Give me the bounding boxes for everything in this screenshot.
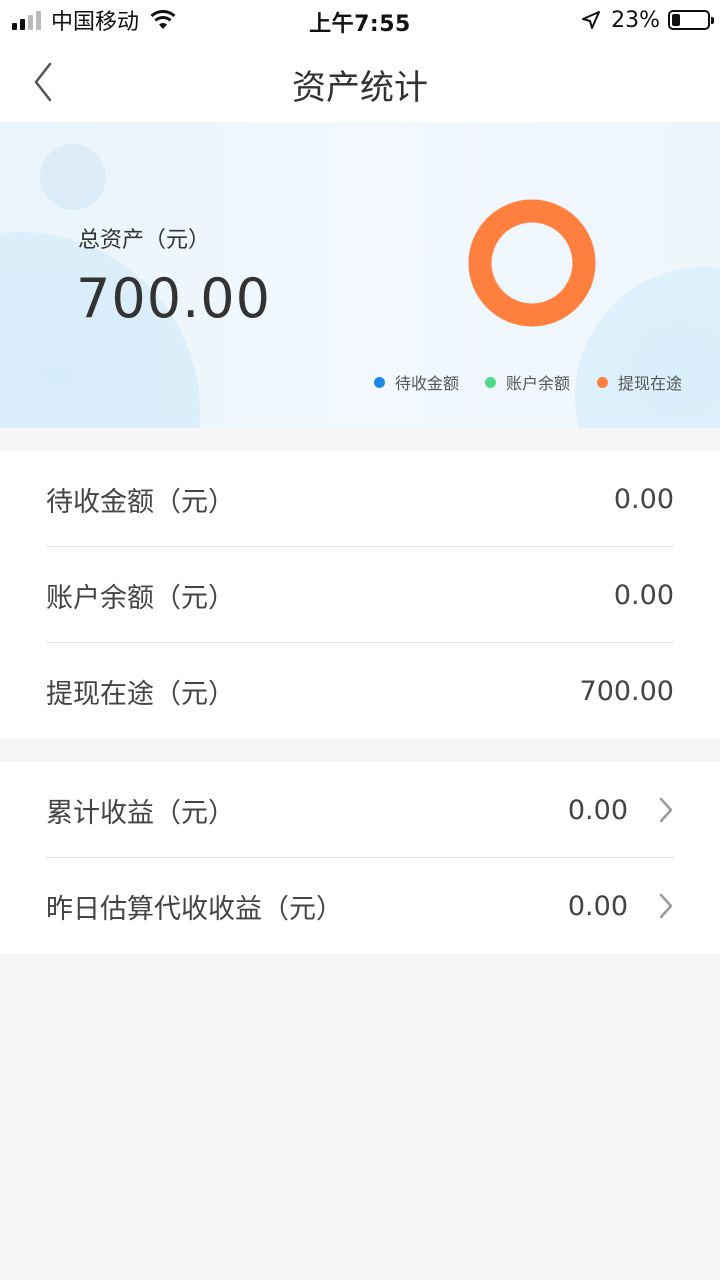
decor-bubble <box>40 144 106 210</box>
status-bar: 中国移动 上午7:55 23% <box>0 0 720 40</box>
legend-label: 账户余额 <box>506 374 571 393</box>
row-label: 累计收益（元） <box>46 797 235 829</box>
legend-dot <box>597 376 608 388</box>
chevron-right-icon <box>659 893 673 919</box>
status-right: 23% <box>581 6 714 34</box>
legend-label: 待收金额 <box>395 374 460 393</box>
list-item-withdrawing: 提现在途（元） 700.00 <box>46 643 674 739</box>
nav-bar: 资产统计 <box>0 40 720 122</box>
page-title: 资产统计 <box>292 68 428 108</box>
row-value: 700.00 <box>579 675 674 707</box>
legend-item-balance: 账户余额 <box>485 370 570 394</box>
decor-bubble <box>575 267 720 428</box>
battery-icon <box>668 10 714 30</box>
asset-donut-chart <box>468 199 596 327</box>
legend-item-withdrawing: 提现在途 <box>597 370 682 394</box>
total-assets-value: 700.00 <box>76 267 271 330</box>
row-value: 0.00 <box>613 579 674 611</box>
total-assets-label: 总资产（元） <box>78 228 211 253</box>
list-item-yesterday-earnings[interactable]: 昨日估算代收收益（元） 0.00 <box>46 858 674 954</box>
asset-summary-card: 总资产（元） 700.00 待收金额 账户余额 提现在途 <box>0 122 720 428</box>
battery-percent: 23% <box>611 7 660 33</box>
row-label: 账户余额（元） <box>46 582 235 614</box>
list-item-balance: 账户余额（元） 0.00 <box>46 547 674 643</box>
list-item-total-earnings[interactable]: 累计收益（元） 0.00 <box>46 762 674 858</box>
decor-bubble <box>0 232 200 428</box>
location-arrow-icon <box>581 10 611 30</box>
row-label: 提现在途（元） <box>46 678 235 710</box>
row-value: 0.00 <box>567 794 628 826</box>
row-label: 昨日估算代收收益（元） <box>46 893 343 925</box>
asset-breakdown-list: 待收金额（元） 0.00 账户余额（元） 0.00 提现在途（元） 700.00 <box>0 451 720 739</box>
legend-label: 提现在途 <box>618 374 683 393</box>
row-label: 待收金额（元） <box>46 486 235 518</box>
donut-slice-2 <box>468 199 596 327</box>
legend-item-pending: 待收金额 <box>374 370 459 394</box>
legend-dot <box>374 376 385 388</box>
earnings-list: 累计收益（元） 0.00 昨日估算代收收益（元） 0.00 <box>0 762 720 954</box>
list-item-pending: 待收金额（元） 0.00 <box>46 451 674 547</box>
legend-dot <box>485 376 496 388</box>
chevron-right-icon <box>659 797 673 823</box>
row-value: 0.00 <box>567 890 628 922</box>
row-value: 0.00 <box>613 483 674 515</box>
